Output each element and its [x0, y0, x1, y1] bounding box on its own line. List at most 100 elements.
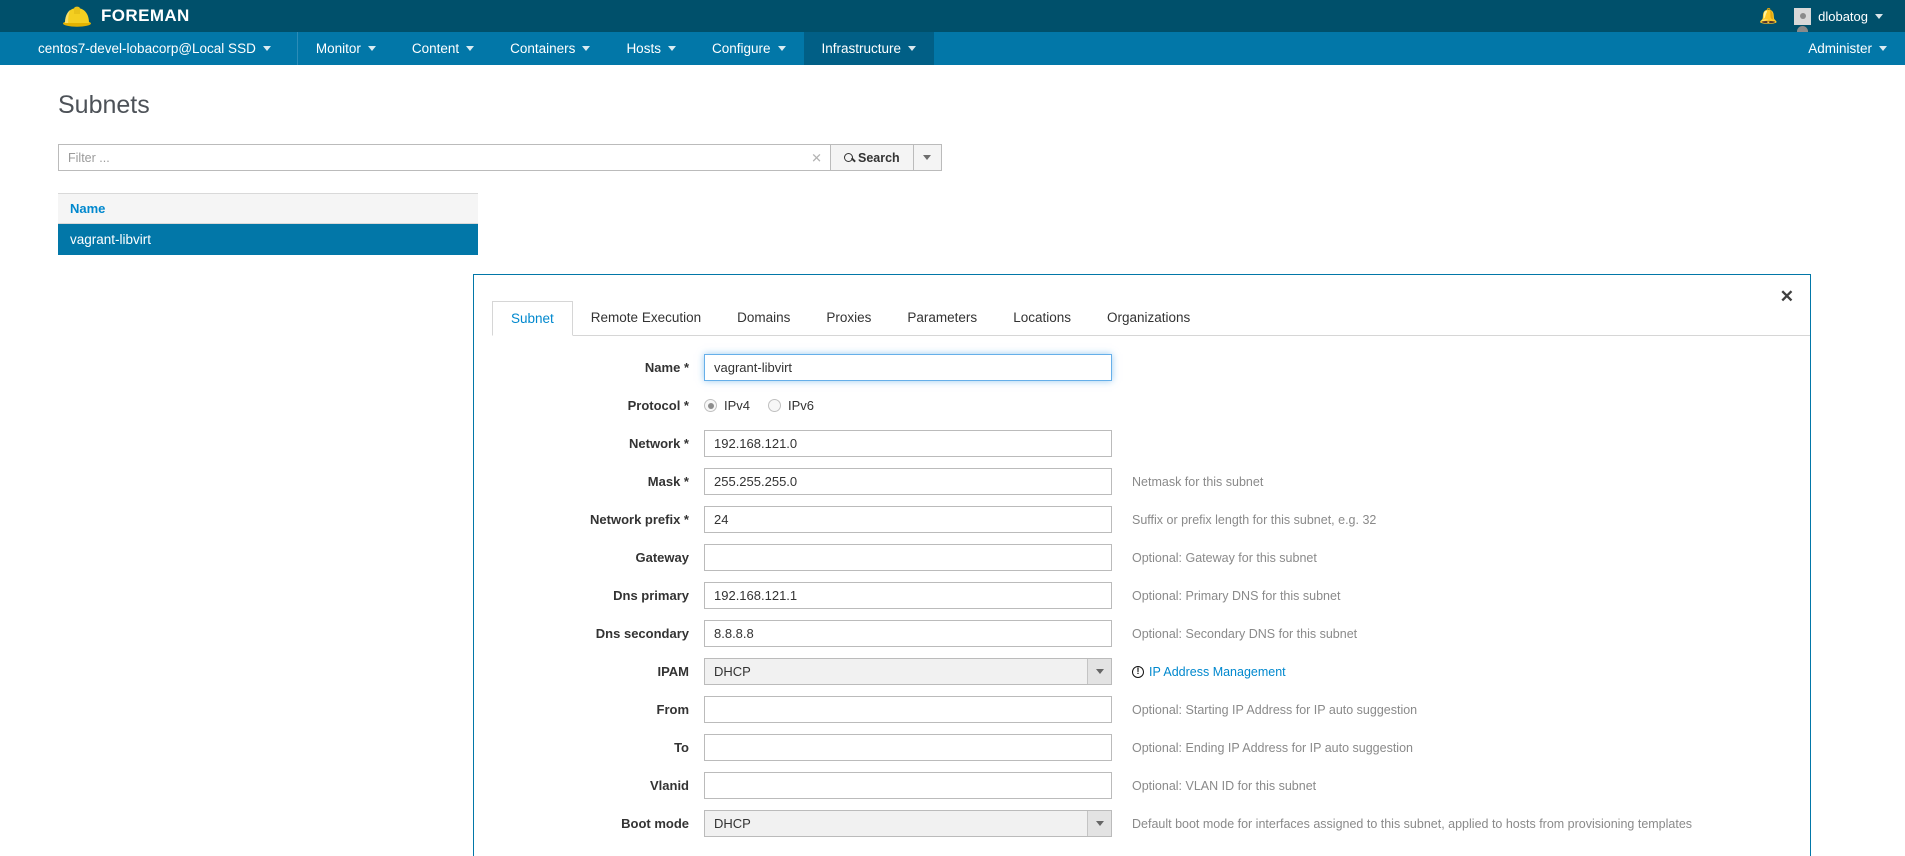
- chevron-down-icon: [923, 155, 932, 160]
- tab-remote-execution[interactable]: Remote Execution: [573, 301, 719, 336]
- chevron-down-icon: [466, 46, 475, 51]
- tab-subnet[interactable]: Subnet: [492, 301, 573, 336]
- field-row-from: From Optional: Starting IP Address for I…: [474, 696, 1810, 723]
- hardhat-icon: [62, 5, 92, 27]
- search-button[interactable]: Search: [830, 144, 914, 171]
- nav-label: Configure: [711, 41, 771, 56]
- field-label: Boot mode: [621, 816, 689, 831]
- protocol-radio-group: IPv4 IPv6: [704, 398, 1112, 413]
- nav-label: Infrastructure: [821, 41, 902, 56]
- tab-label: Remote Execution: [590, 310, 702, 325]
- field-label: Vlanid: [649, 778, 689, 793]
- search-button-label: Search: [858, 150, 900, 165]
- chevron-down-icon: [908, 46, 917, 51]
- boot-mode-select[interactable]: DHCP: [704, 810, 1112, 837]
- name-input[interactable]: [704, 354, 1112, 381]
- field-help-text: Optional: Ending IP Address for IP auto …: [1132, 740, 1413, 755]
- brand-bar: FOREMAN 🔔 dlobatog: [0, 0, 1905, 32]
- tab-label: Parameters: [907, 310, 978, 325]
- to-input[interactable]: [704, 734, 1112, 761]
- bell-icon[interactable]: 🔔: [1759, 9, 1778, 24]
- nav-item-monitor[interactable]: Monitor: [298, 32, 394, 65]
- field-label: Mask *: [647, 474, 689, 489]
- brand-name: FOREMAN: [101, 6, 190, 25]
- brand-logo[interactable]: FOREMAN: [62, 5, 190, 27]
- nav-item-hosts[interactable]: Hosts: [608, 32, 694, 65]
- table-column-header-name[interactable]: Name: [58, 193, 478, 224]
- nav-context-label: centos7-devel-lobacorp@Local SSD: [38, 41, 256, 56]
- radio-option-ipv6[interactable]: IPv6: [768, 398, 814, 413]
- page-body: Subnets ✕ Search Name vagrant-libvirt ✕ …: [0, 91, 1905, 856]
- nav-context-selector[interactable]: centos7-devel-lobacorp@Local SSD: [0, 32, 298, 65]
- search-options-button[interactable]: [913, 144, 942, 171]
- field-help-text: ! IP Address Management: [1132, 665, 1286, 679]
- from-input[interactable]: [704, 696, 1112, 723]
- field-help-text: Optional: Secondary DNS for this subnet: [1132, 626, 1358, 641]
- search-icon: [844, 153, 853, 162]
- network-input[interactable]: [704, 430, 1112, 457]
- gateway-input[interactable]: [704, 544, 1112, 571]
- vlanid-input[interactable]: [704, 772, 1112, 799]
- info-icon: !: [1132, 665, 1144, 678]
- clear-icon[interactable]: ✕: [811, 151, 822, 164]
- tab-label: Subnet: [511, 311, 554, 326]
- avatar-icon: [1794, 7, 1812, 32]
- main-navigation: centos7-devel-lobacorp@Local SSD Monitor…: [0, 32, 1905, 65]
- chevron-down-icon: [367, 46, 376, 51]
- chevron-down-icon: [667, 46, 676, 51]
- field-label: Protocol *: [627, 398, 689, 413]
- user-menu[interactable]: dlobatog: [1794, 7, 1883, 32]
- tab-label: Proxies: [826, 310, 872, 325]
- nav-item-content[interactable]: Content: [394, 32, 492, 65]
- nav-label: Hosts: [626, 41, 661, 56]
- tab-proxies[interactable]: Proxies: [808, 301, 889, 336]
- field-label: From: [656, 702, 690, 717]
- chevron-down-icon: [777, 46, 786, 51]
- subnet-edit-panel: ✕ Subnet Remote Execution Domains Proxie…: [473, 274, 1811, 856]
- field-label: Dns secondary: [595, 626, 689, 641]
- tab-parameters[interactable]: Parameters: [889, 301, 995, 336]
- close-icon[interactable]: ✕: [1780, 288, 1794, 305]
- brand-bar-right: 🔔 dlobatog: [1759, 7, 1883, 32]
- field-row-protocol: Protocol * IPv4 IPv6: [474, 392, 1810, 419]
- field-row-name: Name *: [474, 354, 1810, 381]
- nav-item-containers[interactable]: Containers: [492, 32, 608, 65]
- field-label: Dns primary: [613, 588, 689, 603]
- dns-secondary-input[interactable]: [704, 620, 1112, 647]
- search-input[interactable]: [58, 144, 830, 171]
- field-row-dns-primary: Dns primary Optional: Primary DNS for th…: [474, 582, 1810, 609]
- tab-organizations[interactable]: Organizations: [1089, 301, 1208, 336]
- tab-label: Organizations: [1106, 310, 1191, 325]
- chevron-down-icon: [1879, 46, 1887, 51]
- nav-item-administer[interactable]: Administer: [1790, 32, 1905, 65]
- radio-option-ipv4[interactable]: IPv4: [704, 398, 750, 413]
- dns-primary-input[interactable]: [704, 582, 1112, 609]
- table-row[interactable]: vagrant-libvirt: [58, 224, 478, 255]
- network-prefix-input[interactable]: [704, 506, 1112, 533]
- chevron-down-icon: [1087, 659, 1111, 684]
- field-row-network-prefix: Network prefix * Suffix or prefix length…: [474, 506, 1810, 533]
- nav-item-infrastructure[interactable]: Infrastructure: [803, 32, 935, 65]
- user-name: dlobatog: [1818, 8, 1868, 24]
- chevron-down-icon: [1875, 13, 1883, 19]
- radio-label: IPv4: [724, 398, 751, 413]
- ip-address-management-link[interactable]: IP Address Management: [1149, 665, 1286, 679]
- mask-input[interactable]: [704, 468, 1112, 495]
- field-row-mask: Mask * Netmask for this subnet: [474, 468, 1810, 495]
- field-label: IPAM: [657, 664, 689, 679]
- boot-mode-selected-value: DHCP: [714, 816, 751, 831]
- nav-label: Containers: [510, 41, 576, 56]
- field-row-ipam: IPAM DHCP ! IP Address Management: [474, 658, 1810, 685]
- field-help-text: Optional: Gateway for this subnet: [1132, 550, 1317, 565]
- field-help-text: Optional: VLAN ID for this subnet: [1132, 778, 1317, 793]
- chevron-down-icon: [262, 46, 271, 51]
- results-table: Name vagrant-libvirt: [58, 193, 478, 255]
- tab-locations[interactable]: Locations: [995, 301, 1089, 336]
- tab-label: Domains: [737, 310, 791, 325]
- chevron-down-icon: [1087, 811, 1111, 836]
- nav-item-configure[interactable]: Configure: [694, 32, 804, 65]
- field-help-text: Default boot mode for interfaces assigne…: [1132, 816, 1693, 831]
- tab-domains[interactable]: Domains: [719, 301, 808, 336]
- ipam-select[interactable]: DHCP: [704, 658, 1112, 685]
